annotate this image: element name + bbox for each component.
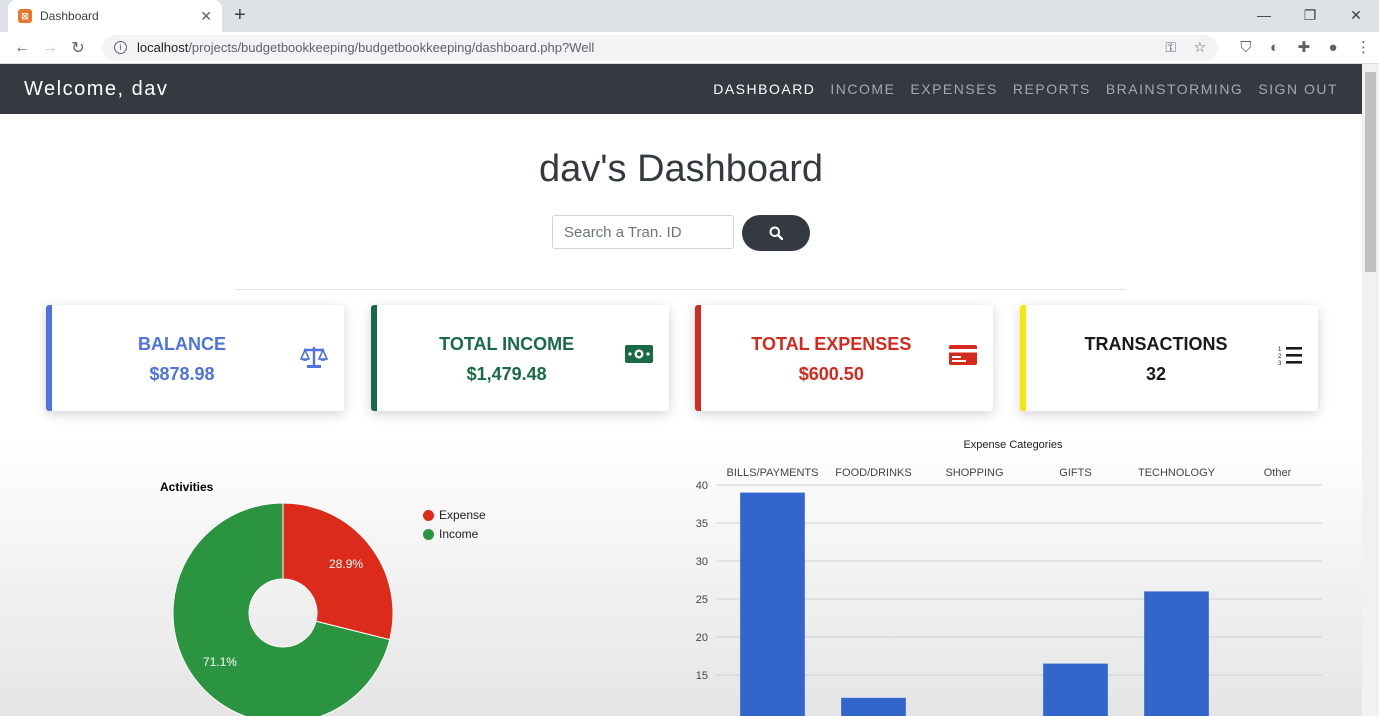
welcome-brand[interactable]: Welcome, dav [24, 78, 168, 101]
card-balance: BALANCE $878.98 [46, 305, 344, 411]
category-label: GIFTS [1059, 467, 1091, 479]
scrollbar-thumb[interactable] [1365, 72, 1376, 272]
extensions-puzzle-icon[interactable]: ✚ [1297, 39, 1310, 56]
card-total-income: TOTAL INCOME $1,479.48 [370, 305, 669, 411]
activities-pie-chart: 28.9% 71.1% [172, 502, 394, 716]
card-label: TOTAL INCOME [439, 334, 575, 354]
pie-chart-title: Activities [160, 480, 214, 494]
y-tick-label: 40 [696, 480, 708, 492]
nav-link-brainstorming[interactable]: BRAINSTORMING [1106, 81, 1243, 97]
dashboard-content: dav's Dashboard BALANCE $878.98 TOTAL INCO… [0, 148, 1362, 716]
card-transactions: TRANSACTIONS 32 1 2 3 [1019, 305, 1318, 411]
category-label: FOOD/DRINKS [835, 467, 911, 479]
minimize-icon[interactable]: — [1241, 0, 1287, 32]
svg-text:3: 3 [1278, 361, 1282, 367]
category-label: SHOPPING [945, 467, 1003, 479]
nav-link-sign-out[interactable]: SIGN OUT [1258, 81, 1338, 97]
bar-bills-payments[interactable] [740, 492, 805, 716]
search-button[interactable] [742, 215, 810, 251]
pie-legend: Expense Income [423, 508, 486, 546]
bar-gifts[interactable] [1043, 663, 1108, 716]
nav-link-expenses[interactable]: EXPENSES [910, 81, 997, 97]
legend-label: Income [439, 527, 479, 541]
y-tick-label: 30 [696, 556, 708, 568]
charts-section: Activities 28.9% 71.1% Expense Income Expe… [0, 436, 1362, 716]
tab-title: Dashboard [40, 9, 99, 23]
browser-tab-strip: ⊠ Dashboard ✕ + — ❐ ✕ [0, 0, 1379, 32]
page-title: dav's Dashboard [539, 148, 823, 190]
page-scrollbar[interactable] [1362, 64, 1379, 716]
nav-link-reports[interactable]: REPORTS [1013, 81, 1091, 97]
credit-card-icon [949, 345, 978, 370]
card-label: TOTAL EXPENSES [751, 334, 912, 354]
expense-categories-bar-chart: Expense Categories 15 20 25 30 35 40 BILLS/PAYM… [696, 439, 1322, 716]
summary-cards: BALANCE $878.98 TOTAL INCOME $1,479.48 TOTAL… [0, 305, 1362, 411]
card-label: TRANSACTIONS [1084, 334, 1228, 354]
close-tab-icon[interactable]: ✕ [200, 8, 212, 25]
card-value: 32 [1145, 364, 1166, 384]
y-tick-label: 25 [696, 594, 708, 606]
card-text: TOTAL EXPENSES $600.50 [701, 334, 961, 385]
bar-food-drinks[interactable] [841, 697, 906, 716]
browser-toolbar: ← → ↻ i localhost/projects/budgetbookkee… [0, 32, 1379, 64]
app-favicon-icon: ⊠ [18, 9, 32, 23]
page-viewport: Welcome, dav DASHBOARD INCOME EXPENSES REPO… [0, 64, 1379, 716]
key-icon[interactable]: ⚿ [1165, 39, 1176, 55]
legend-item-income[interactable]: Income [423, 527, 486, 541]
category-label: BILLS/PAYMENTS [727, 467, 819, 479]
y-tick-label: 20 [696, 632, 708, 644]
balance-scale-icon [299, 345, 329, 374]
card-text: TRANSACTIONS 32 [1026, 334, 1286, 385]
y-tick-label: 35 [696, 518, 708, 530]
legend-item-expense[interactable]: Expense [423, 508, 486, 522]
legend-swatch [423, 528, 434, 540]
search-form [0, 215, 1362, 251]
section-divider [236, 289, 1126, 290]
profile-avatar-icon[interactable]: ● [1328, 39, 1337, 56]
card-value: $1,479.48 [466, 364, 547, 384]
category-label: Other [1264, 467, 1292, 479]
shield-extension-icon[interactable]: ⛉ [1240, 39, 1251, 56]
bar-technology[interactable] [1144, 591, 1209, 716]
card-label: BALANCE [138, 334, 226, 354]
pie-slice-label: 28.9% [329, 557, 363, 571]
close-window-icon[interactable]: ✕ [1333, 0, 1379, 32]
window-controls: — ❐ ✕ [1241, 0, 1379, 32]
new-tab-icon[interactable]: + [234, 4, 246, 27]
money-bill-icon [624, 345, 653, 368]
category-label: TECHNOLOGY [1138, 467, 1216, 479]
url-text[interactable]: localhost/projects/budgetbookkeeping/bud… [137, 40, 1151, 55]
bar-chart-title: Expense Categories [963, 439, 1063, 451]
card-text: TOTAL INCOME $1,479.48 [377, 334, 637, 385]
transaction-search-input[interactable] [552, 215, 734, 249]
forward-icon[interactable]: → [36, 39, 64, 57]
nav-link-dashboard[interactable]: DASHBOARD [713, 81, 815, 97]
browser-tab[interactable]: ⊠ Dashboard ✕ [8, 0, 222, 32]
card-value: $600.50 [798, 364, 864, 384]
nav-links: DASHBOARD INCOME EXPENSES REPORTS BRAINSTORM… [698, 81, 1338, 97]
pie-slice-label: 71.1% [203, 655, 237, 669]
card-text: BALANCE $878.98 [52, 334, 312, 385]
browser-menu-icon[interactable]: ⋮ [1356, 39, 1371, 56]
card-value: $878.98 [149, 364, 215, 384]
nav-link-income[interactable]: INCOME [830, 81, 895, 97]
svg-text:2: 2 [1278, 354, 1282, 360]
address-bar[interactable]: i localhost/projects/budgetbookkeeping/b… [102, 34, 1219, 61]
bookmark-star-icon[interactable]: ☆ [1194, 39, 1207, 55]
pie-slice-expense[interactable] [282, 502, 394, 641]
list-ol-icon: 123 [1278, 345, 1302, 372]
top-navbar: Welcome, dav DASHBOARD INCOME EXPENSES REPO… [0, 64, 1362, 114]
circle-extension-icon[interactable]: ◐ [1270, 39, 1279, 56]
legend-label: Expense [439, 508, 486, 522]
back-icon[interactable]: ← [8, 39, 36, 57]
svg-text:1: 1 [1278, 347, 1282, 353]
y-tick-label: 15 [696, 670, 708, 682]
site-info-icon[interactable]: i [114, 41, 127, 54]
reload-icon[interactable]: ↻ [64, 38, 92, 58]
legend-swatch [423, 509, 434, 521]
restore-icon[interactable]: ❐ [1287, 0, 1333, 32]
search-icon [769, 226, 783, 240]
card-total-expenses: TOTAL EXPENSES $600.50 [695, 305, 994, 411]
